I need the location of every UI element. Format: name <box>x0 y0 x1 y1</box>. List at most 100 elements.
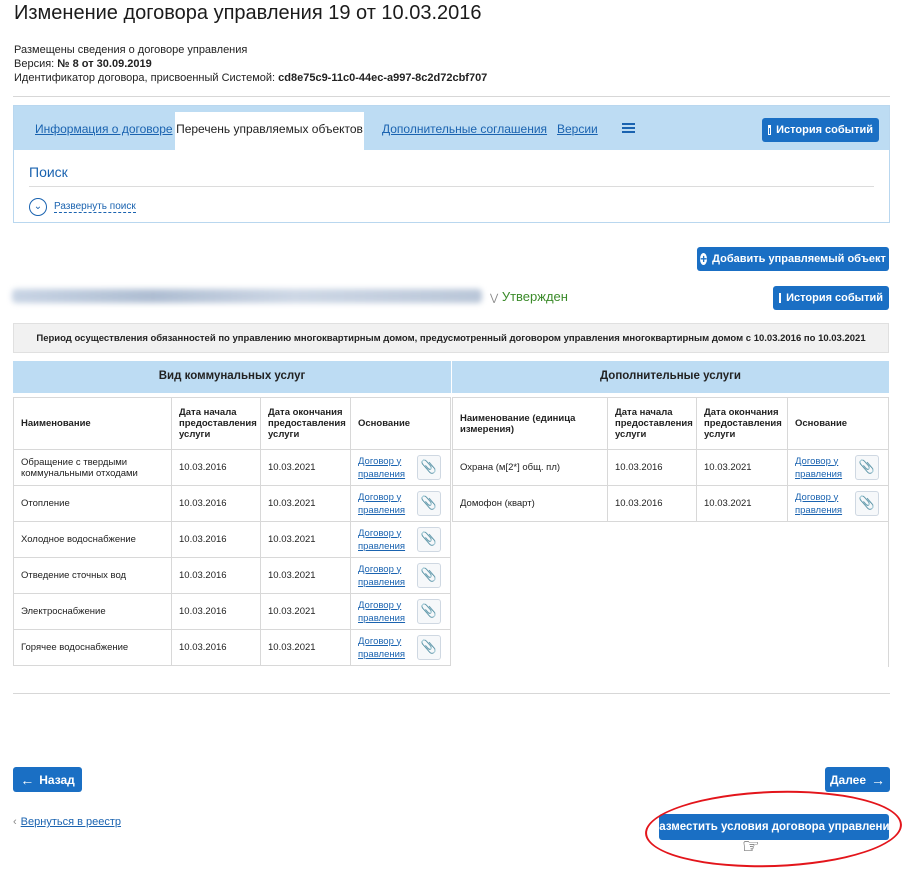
start-date: 10.03.2016 <box>171 593 261 630</box>
basis-cell: Договор у правления 📎 <box>787 449 889 486</box>
back-button[interactable]: ← Назад <box>13 767 82 792</box>
chevron-down-icon: ⋁ <box>490 293 499 304</box>
service-name: Электроснабжение <box>13 593 172 630</box>
chevron-down-icon[interactable]: ⌄ <box>29 198 47 216</box>
start-date: 10.03.2016 <box>171 557 261 594</box>
basis-link[interactable]: Договор у правления <box>795 492 842 516</box>
paperclip-icon[interactable]: 📎 <box>855 491 879 516</box>
search-title: Поиск <box>29 164 68 180</box>
basis-link[interactable]: Договор у правления <box>358 564 405 588</box>
id-line: Идентификатор договора, присвоенный Сист… <box>14 72 488 84</box>
additional-title: Дополнительные услуги <box>452 361 889 393</box>
tab-versions[interactable]: Версии <box>557 122 598 136</box>
additional-services-table: Дополнительные услуги Наименование (един… <box>452 361 889 522</box>
return-to-registry[interactable]: ‹ Вернуться в реестр <box>13 816 121 828</box>
status-badge: ⋁ Утвержден <box>490 289 568 304</box>
period-info: Период осуществления обязанностей по упр… <box>13 323 889 353</box>
tab-objects[interactable]: Перечень управляемых объектов <box>175 112 364 150</box>
menu-icon[interactable] <box>622 123 635 133</box>
paperclip-icon[interactable]: 📎 <box>417 563 441 588</box>
end-date: 10.03.2021 <box>260 593 351 630</box>
basis-link[interactable]: Договор у правления <box>358 600 405 624</box>
hand-cursor-icon: ☞ <box>742 836 760 858</box>
end-date: 10.03.2021 <box>696 449 788 486</box>
basis-link[interactable]: Договор у правления <box>358 492 405 516</box>
version-line: Версия: № 8 от 30.09.2019 <box>14 58 152 70</box>
service-name: Отведение сточных вод <box>13 557 172 594</box>
basis-cell: Договор у правления 📎 <box>350 557 451 594</box>
history-button-top[interactable]: История событий <box>762 118 879 142</box>
basis-cell: Договор у правления 📎 <box>350 521 451 558</box>
page-title: Изменение договора управления 19 от 10.0… <box>14 2 482 24</box>
tabs-bar: Информация о договоре Перечень управляем… <box>14 106 889 150</box>
table-row: Охрана (м[2*] общ. пл) 10.03.2016 10.03.20… <box>452 449 889 486</box>
basis-link[interactable]: Договор у правления <box>795 456 842 480</box>
service-name: Горячее водоснабжение <box>13 629 172 666</box>
expand-search-link[interactable]: Развернуть поиск <box>54 201 136 213</box>
arrow-left-icon: ← <box>20 771 35 788</box>
end-date: 10.03.2021 <box>696 485 788 522</box>
info-line: Размещены сведения о договоре управления <box>14 44 248 56</box>
table-row: Горячее водоснабжение 10.03.2016 10.03.202… <box>13 629 451 666</box>
table-row: Обращение с твердыми коммунальными отход… <box>13 449 451 486</box>
communal-services-table: Вид коммунальных услуг Наименование Дата… <box>13 361 451 666</box>
paperclip-icon[interactable]: 📎 <box>417 527 441 552</box>
table-row: Электроснабжение 10.03.2016 10.03.2021 Дого… <box>13 593 451 630</box>
highlight-oval <box>643 786 904 871</box>
service-name: Холодное водоснабжение <box>13 521 172 558</box>
divider <box>13 96 890 97</box>
basis-link[interactable]: Договор у правления <box>358 636 405 660</box>
basis-cell: Договор у правления 📎 <box>350 449 451 486</box>
service-name: Домофон (кварт) <box>452 485 608 522</box>
paperclip-icon[interactable]: 📎 <box>417 455 441 480</box>
tab-agreements[interactable]: Дополнительные соглашения <box>382 122 547 136</box>
tabs-panel: Информация о договоре Перечень управляем… <box>13 105 890 223</box>
paperclip-icon[interactable]: 📎 <box>417 635 441 660</box>
contract-id: cd8e75c9-11c0-44ec-a997-8c2d72cbf707 <box>278 72 488 84</box>
table-row: Отведение сточных вод 10.03.2016 10.03.202… <box>13 557 451 594</box>
tab-info[interactable]: Информация о договоре <box>35 122 173 136</box>
basis-link[interactable]: Договор у правления <box>358 528 405 552</box>
col-end: Дата окончания предоставления услуги <box>696 397 788 450</box>
paperclip-icon[interactable]: 📎 <box>417 599 441 624</box>
contract-meta: Размещены сведения о договоре управления… <box>14 43 487 85</box>
chevron-left-icon: ‹ <box>13 816 17 828</box>
add-object-button[interactable]: + Добавить управляемый объект <box>697 247 889 271</box>
end-date: 10.03.2021 <box>260 521 351 558</box>
start-date: 10.03.2016 <box>171 449 261 486</box>
start-date: 10.03.2016 <box>607 449 697 486</box>
table-border <box>888 519 889 667</box>
basis-cell: Договор у правления 📎 <box>350 485 451 522</box>
service-name: Отопление <box>13 485 172 522</box>
end-date: 10.03.2021 <box>260 557 351 594</box>
col-start: Дата начала предоставления услуги <box>607 397 697 450</box>
start-date: 10.03.2016 <box>171 629 261 666</box>
basis-cell: Договор у правления 📎 <box>787 485 889 522</box>
version-value: № 8 от 30.09.2019 <box>57 58 152 70</box>
divider <box>13 693 890 694</box>
calendar-icon <box>779 293 782 303</box>
next-button[interactable]: Далее → <box>825 767 890 792</box>
col-basis: Основание <box>787 397 889 450</box>
service-name: Обращение с твердыми коммунальными отход… <box>13 449 172 486</box>
basis-cell: Договор у правления 📎 <box>350 593 451 630</box>
table-row: Холодное водоснабжение 10.03.2016 10.03.20… <box>13 521 451 558</box>
history-button-object[interactable]: История событий <box>773 286 889 310</box>
calendar-icon <box>768 125 772 135</box>
paperclip-icon[interactable]: 📎 <box>417 491 441 516</box>
blurred-address <box>12 289 482 303</box>
basis-link[interactable]: Договор у правления <box>358 456 405 480</box>
table-row: Отопление 10.03.2016 10.03.2021 Договор у п… <box>13 485 451 522</box>
search-divider <box>29 186 874 187</box>
plus-circle-icon: + <box>700 252 708 266</box>
col-end: Дата окончания предоставления услуги <box>260 397 351 450</box>
start-date: 10.03.2016 <box>171 485 261 522</box>
end-date: 10.03.2021 <box>260 629 351 666</box>
col-name: Наименование <box>13 397 172 450</box>
col-basis: Основание <box>350 397 451 450</box>
start-date: 10.03.2016 <box>607 485 697 522</box>
arrow-right-icon: → <box>871 771 886 788</box>
basis-cell: Договор у правления 📎 <box>350 629 451 666</box>
paperclip-icon[interactable]: 📎 <box>855 455 879 480</box>
col-start: Дата начала предоставления услуги <box>171 397 261 450</box>
